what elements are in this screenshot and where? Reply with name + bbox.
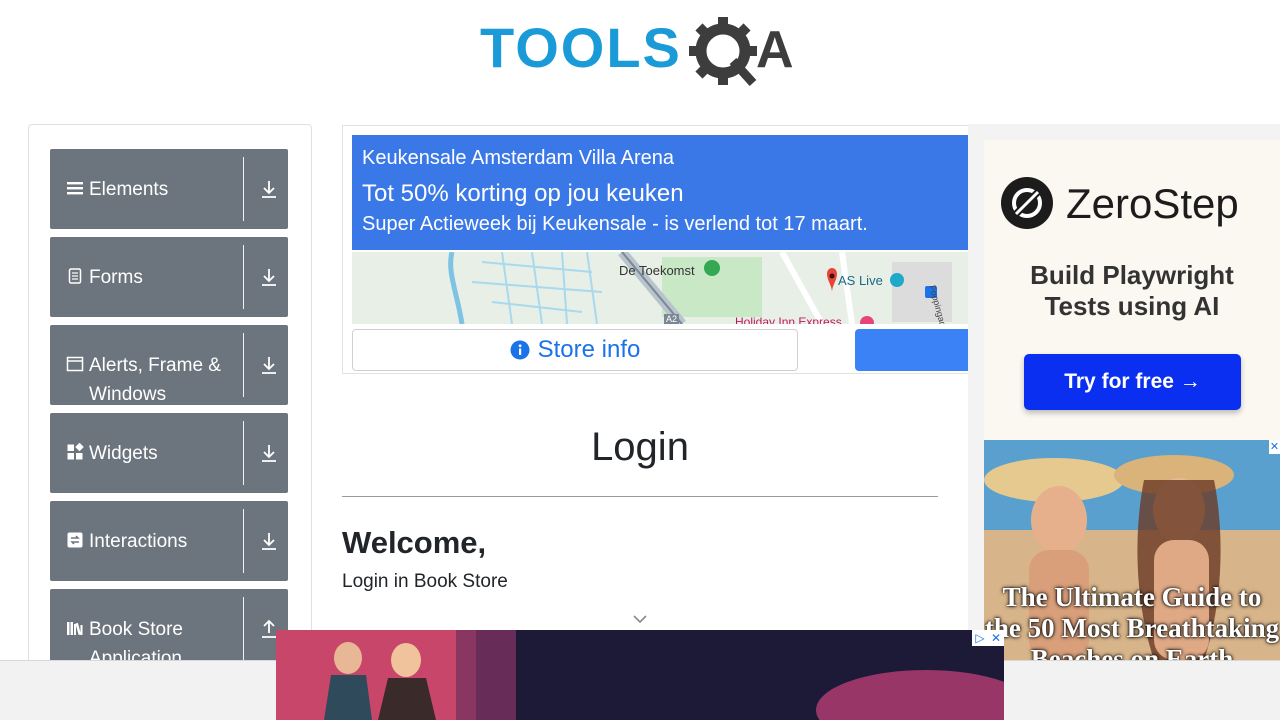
ad-beach-image[interactable]: The Ultimate Guide to the 50 Most Breath… [984,440,1280,660]
sidebar-group-widgets[interactable]: Widgets [50,413,288,493]
store-info-label: Store info [537,336,641,363]
adchoices-icon[interactable]: ▷ [972,630,988,646]
ad-line-1: Keukensale Amsterdam Villa Arena [362,147,675,169]
window-icon [66,356,84,372]
divider [342,496,938,497]
ad-line-3: Super Actieweek bij Keukensale - is verl… [362,213,868,235]
sidebar: Elements Forms Alerts, Frame & Windows W… [28,124,312,684]
map-label: Holiday Inn Express [735,315,842,324]
sidebar-group-label: Interactions [89,531,188,552]
sidebar-group-alerts-frame-windows[interactable]: Alerts, Frame & Windows [50,325,288,405]
divider [243,509,244,573]
sidebar-group-label: Widgets [89,443,158,464]
toolsqa-logo[interactable]: TOOLS A [480,14,805,92]
chevron-down-icon[interactable] [631,613,649,625]
zerostep-brand: ZeroStep [1066,180,1239,227]
sidebar-group-book-store-application[interactable]: Book Store Application [50,589,288,669]
hamburger-icon [67,182,83,195]
ad-header[interactable]: Keukensale Amsterdam Villa Arena Tot 50%… [352,135,968,250]
sidebar-group-label: Forms [89,267,143,288]
sidebar-group-forms[interactable]: Forms [50,237,288,317]
download-arrow-icon[interactable] [259,442,279,464]
sidebar-group-label: Alerts, Frame & Windows [89,355,221,405]
close-icon[interactable]: ✕ [1269,440,1280,454]
store-info-button[interactable]: Store info [352,329,798,371]
divider [243,245,244,309]
widgets-icon [67,443,84,460]
close-icon[interactable]: ✕ [988,630,1004,646]
map-label: A2 [664,314,680,324]
ad-sidebar-right[interactable]: ZeroStep Build Playwright Tests using AI… [968,124,1280,660]
download-arrow-icon[interactable] [259,178,279,200]
ad-zerostep[interactable]: ZeroStep Build Playwright Tests using AI… [984,140,1280,440]
books-icon [67,622,83,636]
divider [243,597,244,661]
ad-choices[interactable]: ▷ ✕ [972,630,1004,646]
map-label: De Toekomst [619,263,695,278]
document-icon [68,268,82,284]
welcome-heading: Welcome, [342,525,487,560]
try-for-free-button[interactable]: Try for free → [1024,354,1241,410]
map-label: AS Live [838,273,883,288]
svg-text:A: A [756,21,794,79]
zerostep-tagline: Build Playwright Tests using AI [1030,260,1234,321]
download-arrow-icon[interactable] [259,530,279,552]
ad-banner-keukensale[interactable]: Keukensale Amsterdam Villa Arena Tot 50%… [342,125,969,374]
download-arrow-icon[interactable] [259,266,279,288]
bottom-ad-graphic [276,630,1004,720]
ad-map[interactable]: De Toekomst AS Live Holiday Inn Express … [352,252,968,324]
divider [243,421,244,485]
zerostep-logo-icon [1001,177,1053,229]
download-arrow-icon[interactable] [259,354,279,376]
sidebar-group-label: Elements [89,179,169,200]
divider [243,333,244,397]
sidebar-group-interactions[interactable]: Interactions [50,501,288,581]
login-subtitle: Login in Book Store [342,571,508,592]
info-icon [510,340,530,360]
svg-text:TOOLS: TOOLS [480,16,682,79]
beach-caption: The Ultimate Guide to the 50 Most Breath… [984,582,1280,660]
site-header: TOOLS A [0,0,1280,110]
ad-bottom-banner[interactable] [276,630,1004,720]
interactions-icon [67,532,83,548]
divider [243,157,244,221]
sidebar-group-elements[interactable]: Elements [50,149,288,229]
directions-button[interactable] [855,329,968,371]
ad-line-2: Tot 50% korting op jou keuken [362,180,684,207]
page-title: Login [591,425,689,469]
